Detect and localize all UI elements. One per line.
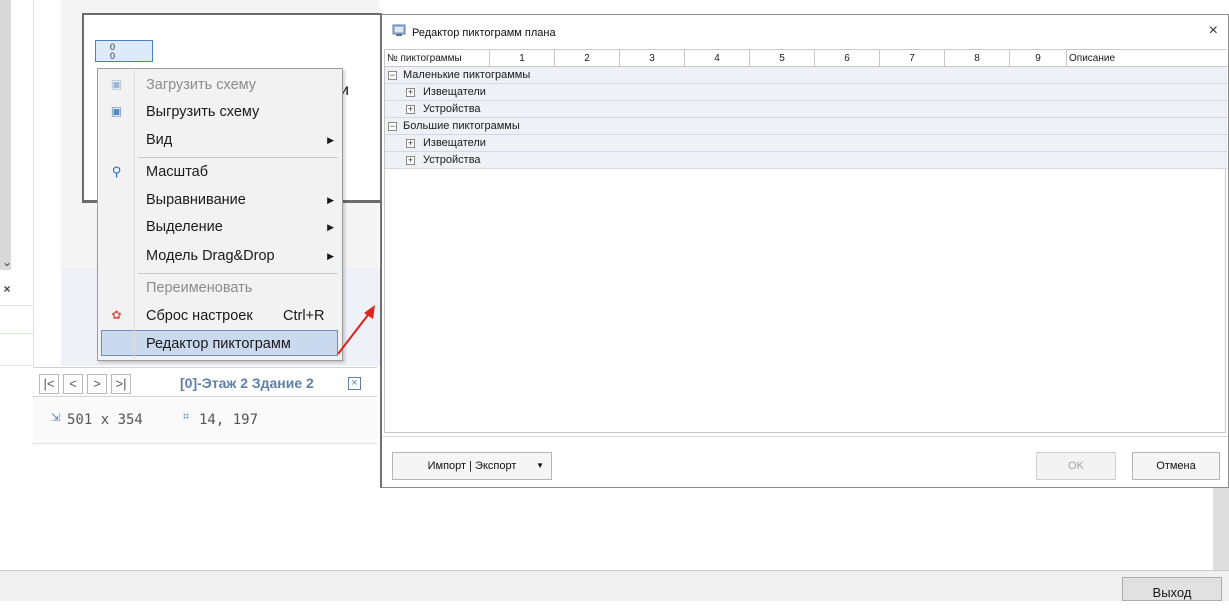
group-label: Большие пиктограммы [403,120,520,132]
size-icon: ⇲ [51,412,61,424]
column-header[interactable]: 7 [880,50,945,67]
next-page-button[interactable]: > [87,374,107,394]
dropdown-arrow-icon: ▼ [536,461,544,470]
group-label: Устройства [423,154,481,166]
menu-item-label: Сброс настроек [146,308,253,324]
divider [0,305,33,306]
load-schema-icon: ▣ [110,77,123,91]
collapse-icon[interactable]: − [388,122,397,131]
group-label: Маленькие пиктограммы [403,69,531,81]
menu-item-label: Вид [146,132,173,148]
menu-item-icon-editor[interactable]: Редактор пиктограмм [101,330,338,356]
column-header[interactable]: 2 [555,50,620,67]
menu-item-label: Выгрузить схему [146,104,260,120]
ok-button[interactable]: OK [1036,452,1116,480]
plan-tabs: |< < > >| [0]-Этаж 2 Здание 2 × [33,367,377,397]
menu-separator [138,273,338,274]
expand-icon[interactable]: + [406,156,415,165]
menu-item-label: Переименовать [146,280,253,296]
magnifier-icon: ⚲ [111,164,122,179]
collapse-icon[interactable]: − [388,71,397,80]
reset-gear-icon: ✿ [111,308,122,322]
expand-icon[interactable]: + [406,105,415,114]
first-page-button[interactable]: |< [39,374,59,394]
grid-header: № пиктограммы 1 2 3 4 5 6 7 8 9 Описание [385,50,1227,67]
left-scrollbar[interactable] [0,0,11,270]
size-value: 501 x 354 [67,412,143,428]
red-arrow-annotation [337,305,375,355]
plan-object[interactable]: 0 0 [95,40,153,62]
position-value: 14, 197 [199,412,259,428]
import-export-button[interactable]: Импорт | Экспорт ▼ [392,452,552,480]
tree-group-row[interactable]: − Большие пиктограммы [385,118,1227,135]
last-page-button[interactable]: >| [111,374,131,394]
expand-icon[interactable]: + [406,139,415,148]
menu-item-label: Модель Drag&Drop [146,248,275,264]
menu-item-label: Выделение [146,219,223,235]
menu-item-label: Выравнивание [146,192,246,208]
column-header[interactable]: 5 [750,50,815,67]
tree-group-row[interactable]: − Маленькие пиктограммы [385,67,1227,84]
tree-group-row[interactable]: + Устройства [385,152,1227,169]
column-header[interactable]: Описание [1067,50,1227,67]
group-label: Извещатели [423,86,486,98]
column-header[interactable]: № пиктограммы [385,50,490,67]
position-icon: ⌗ [183,411,190,423]
import-export-label: Импорт | Экспорт [427,460,517,472]
status-bar: ⇲ 501 x 354 ⌗ 14, 197 [33,398,377,444]
exit-button[interactable]: Выход [1122,577,1222,601]
menu-item-label: Загрузить схему [146,77,257,93]
submenu-arrow-icon: ▶ [327,251,334,261]
close-icon[interactable]: × [1209,22,1218,40]
menu-separator [138,157,338,158]
menu-icon-column-divider [134,70,135,359]
column-header[interactable]: 6 [815,50,880,67]
dialog-titlebar[interactable]: Редактор пиктограмм плана × [382,15,1228,48]
tree-group-row[interactable]: + Устройства [385,101,1227,118]
column-header[interactable]: 9 [1010,50,1067,67]
prev-page-button[interactable]: < [63,374,83,394]
right-scrollbar[interactable] [1213,488,1229,570]
menu-item-shortcut: Ctrl+R [283,308,325,324]
submenu-arrow-icon: ▶ [327,135,334,145]
close-icon[interactable]: × [0,282,14,296]
menu-item-label: Масштаб [146,164,209,180]
menu-item-label: Редактор пиктограмм [146,336,291,352]
group-label: Устройства [423,103,481,115]
icon-editor-dialog: Редактор пиктограмм плана × № пиктограмм… [380,14,1229,488]
divider [0,333,33,334]
dialog-title: Редактор пиктограмм плана [412,27,556,39]
footer-divider [382,436,1228,437]
chevron-down-icon[interactable]: ⌄ [0,255,14,269]
column-header[interactable]: 3 [620,50,685,67]
cancel-button[interactable]: Отмена [1132,452,1220,480]
divider [0,365,33,366]
unload-schema-icon: ▣ [110,104,123,118]
tab-close-icon[interactable]: × [348,377,361,390]
expand-icon[interactable]: + [406,88,415,97]
group-label: Извещатели [423,137,486,149]
tree-group-row[interactable]: + Извещатели [385,135,1227,152]
tree-group-row[interactable]: + Извещатели [385,84,1227,101]
column-header[interactable]: 8 [945,50,1010,67]
submenu-arrow-icon: ▶ [327,195,334,205]
submenu-arrow-icon: ▶ [327,222,334,232]
column-header[interactable]: 1 [490,50,555,67]
editor-app-icon [392,24,406,36]
bottom-bar [0,571,1229,601]
column-header[interactable]: 4 [685,50,750,67]
tab-floor-2[interactable]: [0]-Этаж 2 Здание 2 [180,375,314,391]
icon-grid: № пиктограммы 1 2 3 4 5 6 7 8 9 Описание… [384,49,1227,433]
plan-object-label: 0 0 [110,42,116,61]
